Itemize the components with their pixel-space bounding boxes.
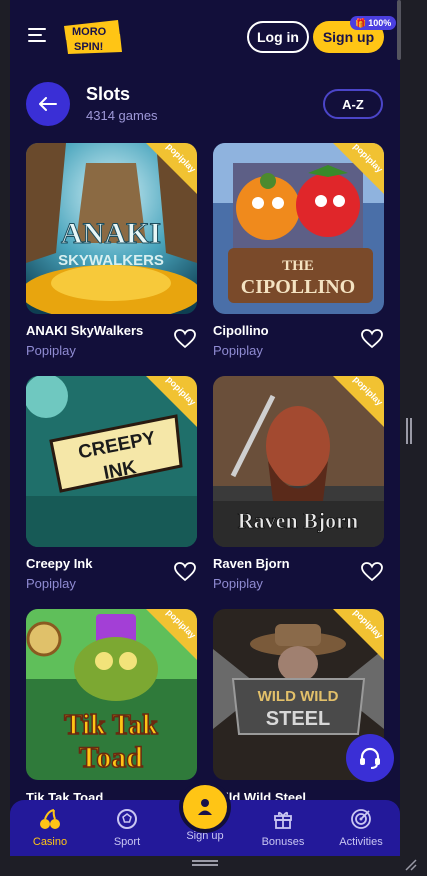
nav-activities-label: Activities xyxy=(339,836,383,848)
game-thumbnail[interactable]: Tik Tak Toad popiplay xyxy=(26,609,197,780)
bottom-drag-handle[interactable] xyxy=(192,860,218,866)
game-provider: Popiplay xyxy=(26,343,76,358)
cherries-icon xyxy=(40,809,60,829)
svg-text:STEEL: STEEL xyxy=(266,708,330,730)
svg-text:MORO: MORO xyxy=(72,26,107,38)
menu-icon[interactable] xyxy=(28,28,46,42)
heart-icon[interactable] xyxy=(361,562,383,582)
nav-signup-label: Sign up xyxy=(186,830,224,842)
game-name[interactable]: Raven Bjorn xyxy=(213,556,290,571)
nav-sport-label: Sport xyxy=(113,836,141,848)
nav-activities[interactable]: Activities xyxy=(326,808,396,848)
game-provider: Popiplay xyxy=(26,576,76,591)
top-header: MORO SPIN! Log in Sign up 🎁 100% xyxy=(10,0,400,72)
svg-text:ANAKI: ANAKI xyxy=(61,217,161,250)
side-drag-handle[interactable] xyxy=(406,418,412,444)
nav-casino[interactable]: Casino xyxy=(15,808,85,848)
soccer-ball-icon xyxy=(117,809,137,829)
app-viewport: MORO SPIN! Log in Sign up 🎁 100% Slots 4… xyxy=(10,0,400,856)
svg-text:SPIN!: SPIN! xyxy=(74,41,103,53)
game-thumbnail[interactable]: THE CIPOLLINO popiplay xyxy=(213,143,384,314)
nav-sport[interactable]: Sport xyxy=(92,808,162,848)
support-button[interactable] xyxy=(346,734,394,782)
game-name[interactable]: Creepy Ink xyxy=(26,556,92,571)
game-provider: Popiplay xyxy=(213,576,263,591)
svg-text:Toad: Toad xyxy=(79,741,143,774)
user-icon xyxy=(198,799,212,815)
gift-icon xyxy=(274,811,292,829)
svg-text:Raven Bjorn: Raven Bjorn xyxy=(238,508,358,533)
target-icon xyxy=(351,809,371,829)
svg-text:THE: THE xyxy=(282,258,314,274)
arrow-left-icon xyxy=(39,97,57,111)
heart-icon[interactable] xyxy=(174,562,196,582)
svg-text:SKYWALKERS: SKYWALKERS xyxy=(58,252,164,269)
svg-text:WILD WILD: WILD WILD xyxy=(258,688,339,705)
game-provider: Popiplay xyxy=(213,343,263,358)
game-thumbnail[interactable]: CREEPY INK popiplay xyxy=(26,376,197,547)
bonus-badge: 🎁 100% xyxy=(350,16,397,30)
logo[interactable]: MORO SPIN! xyxy=(60,18,124,56)
login-button[interactable]: Log in xyxy=(247,21,309,53)
signup-fab-button[interactable] xyxy=(183,785,227,829)
gift-icon: 🎁 xyxy=(355,17,367,28)
scrollbar[interactable] xyxy=(397,0,401,60)
game-thumbnail[interactable]: ANAKI SKYWALKERS popiplay xyxy=(26,143,197,314)
headset-icon xyxy=(360,747,380,769)
resize-grip-icon[interactable] xyxy=(403,857,417,871)
back-button[interactable] xyxy=(26,82,70,126)
game-name[interactable]: Cipollino xyxy=(213,323,269,338)
page-title: Slots xyxy=(86,84,131,104)
bonus-badge-label: 100% xyxy=(368,18,392,28)
games-count: 4314 games xyxy=(86,108,158,123)
nav-bonuses-label: Bonuses xyxy=(261,836,305,848)
svg-text:Tik Tak: Tik Tak xyxy=(64,710,158,741)
sort-az-button[interactable]: A-Z xyxy=(323,89,383,119)
nav-bonuses[interactable]: Bonuses xyxy=(248,808,318,848)
heart-icon[interactable] xyxy=(174,329,196,349)
game-thumbnail[interactable]: Raven Bjorn popiplay xyxy=(213,376,384,547)
game-name[interactable]: ANAKI SkyWalkers xyxy=(26,323,143,338)
nav-casino-label: Casino xyxy=(32,836,68,848)
heart-icon[interactable] xyxy=(361,329,383,349)
svg-text:CIPOLLINO: CIPOLLINO xyxy=(241,276,355,298)
